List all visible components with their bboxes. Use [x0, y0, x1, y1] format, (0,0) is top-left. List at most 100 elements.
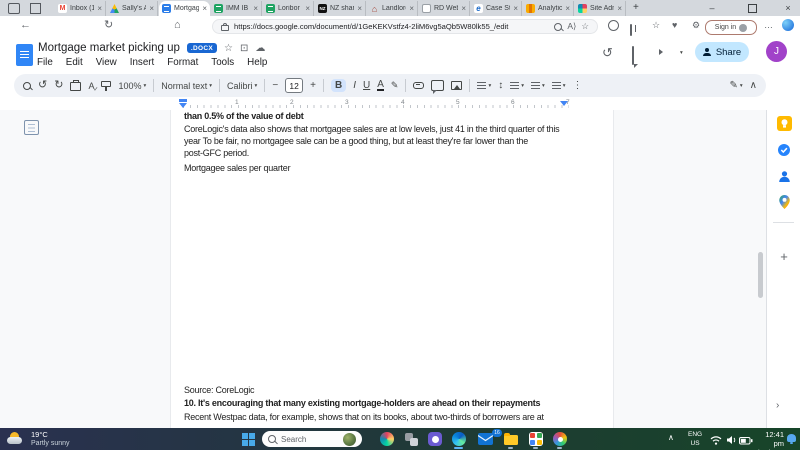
font-size-input[interactable]: 12 [285, 78, 303, 93]
browser-essentials-icon[interactable]: ♥ [672, 20, 677, 30]
menu-tools[interactable]: Tools [211, 57, 234, 68]
numbered-list-select[interactable]: ▾ [552, 82, 566, 89]
clock-widget[interactable]: 12:41 pm 6/12/2023 [753, 430, 784, 450]
ruler[interactable]: 1 2 3 4 5 6 7 [0, 98, 800, 110]
menu-view[interactable]: View [96, 57, 117, 68]
edge-icon[interactable] [451, 431, 467, 447]
menu-insert[interactable]: Insert [130, 57, 155, 68]
close-tab-icon[interactable]: × [409, 5, 414, 13]
maps-icon[interactable] [776, 194, 792, 210]
google-docs-logo[interactable] [16, 44, 33, 66]
document-outline-icon[interactable] [24, 120, 39, 135]
menu-edit[interactable]: Edit [66, 57, 83, 68]
tab-mortgage-active[interactable]: Mortgag× [159, 1, 210, 16]
line-spacing-icon[interactable]: ↕ [498, 80, 503, 91]
taskbar-search[interactable]: Search [262, 431, 362, 447]
file-explorer-icon[interactable] [503, 431, 519, 447]
close-tab-icon[interactable]: × [617, 5, 622, 13]
office-app-icon[interactable] [528, 431, 544, 447]
star-document-icon[interactable]: ☆ [224, 43, 233, 54]
underline-button[interactable]: U [363, 80, 370, 91]
bold-button[interactable]: B [331, 79, 346, 92]
menu-help[interactable]: Help [247, 57, 267, 68]
print-icon[interactable] [70, 82, 81, 91]
tab-loribor[interactable]: Loribor× [263, 1, 314, 16]
zoom-select[interactable]: 100%▾ [118, 81, 146, 91]
back-icon[interactable]: ← [20, 20, 31, 31]
window-close-button[interactable]: × [776, 0, 800, 16]
tab-landlord[interactable]: ⌂Landlord× [367, 1, 418, 16]
close-tab-icon[interactable]: × [149, 5, 154, 13]
close-tab-icon[interactable]: × [565, 5, 570, 13]
window-minimize-button[interactable]: – [700, 0, 724, 16]
tab-nz-share[interactable]: NZNZ share× [315, 1, 366, 16]
more-options-icon[interactable]: ⋮ [573, 80, 583, 91]
wifi-icon[interactable] [708, 432, 724, 448]
new-tab-button[interactable]: + [633, 2, 639, 13]
paragraph-style-select[interactable]: Normal text▾ [161, 81, 212, 91]
account-avatar[interactable]: J [766, 41, 787, 62]
collapse-toolbar-icon[interactable]: ∧ [750, 80, 757, 91]
video-call-dropdown-icon[interactable]: ▾ [680, 50, 683, 56]
align-select[interactable]: ▾ [477, 82, 491, 89]
document-page[interactable]: than 0.5% of the value of debt CoreLogic… [170, 110, 614, 428]
favorite-star-icon[interactable]: ☆ [581, 21, 589, 32]
home-icon[interactable]: ⌂ [174, 20, 181, 31]
tray-expand-icon[interactable]: ∧ [668, 433, 674, 442]
extensions-icon[interactable]: ⚙ [692, 20, 700, 31]
tab-rd-web[interactable]: RD Web× [419, 1, 470, 16]
split-screen-icon[interactable] [630, 24, 632, 36]
sign-in-button[interactable]: Sign in [705, 20, 757, 35]
insert-link-icon[interactable] [413, 82, 424, 89]
document-title[interactable]: Mortgage market picking up [38, 42, 180, 54]
address-bar[interactable]: https://docs.google.com/document/d/1GeKE… [212, 19, 598, 34]
paint-format-icon[interactable] [101, 81, 111, 87]
notifications-bell-icon[interactable] [787, 434, 796, 442]
menu-format[interactable]: Format [167, 57, 198, 68]
task-view-icon[interactable] [403, 431, 419, 447]
left-indent-marker[interactable] [179, 103, 187, 108]
tab-case-study[interactable]: eCase Stu× [471, 1, 522, 16]
collections-icon[interactable]: ☆ [652, 20, 660, 31]
redo-icon[interactable]: ↻ [54, 80, 63, 91]
menu-file[interactable]: File [37, 57, 53, 68]
tab-imm[interactable]: IMM IB× [211, 1, 262, 16]
close-tab-icon[interactable]: × [305, 5, 310, 13]
decrease-font-size-button[interactable]: − [272, 80, 278, 91]
read-aloud-icon[interactable]: A⟩ [567, 21, 576, 32]
outlook-icon[interactable] [477, 431, 493, 447]
zoom-page-icon[interactable] [554, 23, 562, 31]
checklist-select[interactable]: ▾ [510, 82, 524, 89]
battery-icon[interactable] [738, 433, 754, 449]
tab-sallys[interactable]: Sally's A× [107, 1, 158, 16]
close-tab-icon[interactable]: × [461, 5, 466, 13]
window-maximize-button[interactable] [740, 0, 764, 16]
hide-side-panel-icon[interactable]: › [776, 400, 779, 411]
tab-analytics[interactable]: Analytics× [523, 1, 574, 16]
workspaces-icon[interactable] [8, 3, 20, 14]
scrollbar-thumb[interactable] [758, 252, 763, 298]
get-add-ons-icon[interactable]: + [776, 248, 792, 264]
start-button[interactable] [240, 431, 256, 447]
undo-icon[interactable]: ↺ [38, 80, 47, 91]
tasks-icon[interactable] [776, 142, 792, 158]
contacts-icon[interactable] [776, 168, 792, 184]
refresh-icon[interactable]: ↻ [104, 20, 113, 31]
spell-check-icon[interactable]: A [88, 81, 94, 91]
purple-app-icon[interactable] [427, 431, 443, 447]
text-color-button[interactable]: A [377, 80, 384, 91]
insert-image-icon[interactable] [451, 81, 462, 90]
comments-icon[interactable] [632, 46, 634, 65]
close-tab-icon[interactable]: × [513, 5, 518, 13]
move-folder-icon[interactable]: ⊡ [240, 43, 248, 54]
volume-icon[interactable] [723, 432, 739, 448]
bulleted-list-select[interactable]: ▾ [531, 82, 545, 89]
font-select[interactable]: Calibri▾ [227, 81, 257, 91]
highlight-color-icon[interactable]: ✎ [391, 80, 399, 91]
tab-inbox[interactable]: MInbox (1× [55, 1, 106, 16]
url-text[interactable]: https://docs.google.com/document/d/1GeKE… [234, 22, 549, 31]
close-tab-icon[interactable]: × [357, 5, 362, 13]
widgets-app-icon[interactable] [379, 431, 395, 447]
weather-widget[interactable]: 19°C Partly sunny [31, 430, 70, 448]
close-tab-icon[interactable]: × [202, 5, 207, 13]
